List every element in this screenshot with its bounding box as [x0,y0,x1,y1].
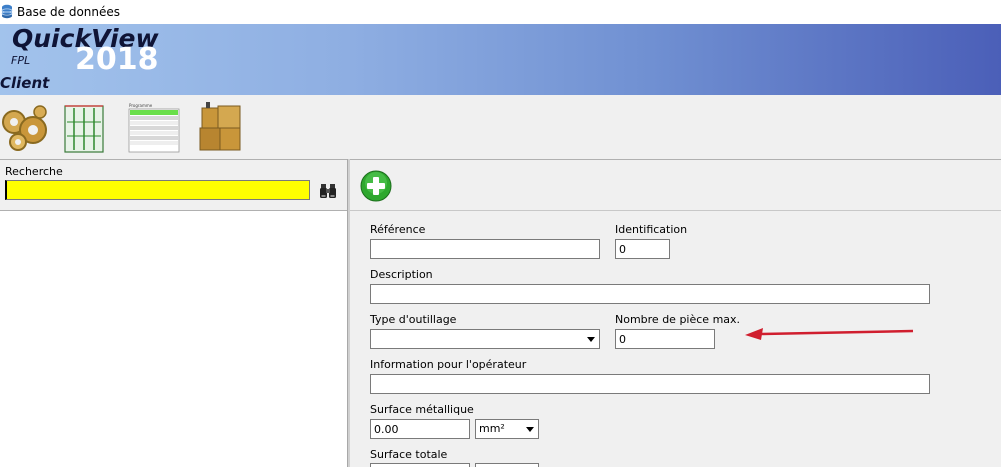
metal-surface-input[interactable] [370,419,470,439]
main-toolbar: Programme [0,95,1001,159]
boxes-icon [199,102,241,151]
chevron-down-icon[interactable] [583,330,599,348]
total-surface-unit-select[interactable] [475,463,539,467]
program-list-tool-button[interactable]: Programme [128,100,180,154]
boxes-tool-button[interactable] [196,100,244,154]
svg-text:Programme: Programme [129,103,153,108]
window-titlebar: Base de données [0,0,1001,24]
reference-input[interactable] [370,239,600,259]
search-panel: Recherche [0,159,347,211]
description-input[interactable] [370,284,930,304]
total-surface-label: Surface totale [370,448,448,461]
search-input[interactable] [5,180,310,200]
form-separator [350,210,1001,211]
total-surface-input[interactable] [370,463,470,467]
metal-surface-unit-select[interactable]: mm² [475,419,539,439]
identification-label: Identification [615,223,688,236]
rack-tool-button[interactable] [64,100,104,154]
max-parts-input[interactable] [615,329,715,349]
description-label: Description [370,268,433,281]
chevron-down-icon[interactable] [522,420,538,438]
module-title: Client [0,74,50,92]
database-icon [1,4,13,19]
binoculars-icon[interactable] [318,180,338,200]
max-parts-label: Nombre de pièce max. [615,313,741,326]
red-arrow-annotation [745,328,914,340]
tool-type-label: Type d'outillage [370,313,457,326]
add-icon[interactable] [360,170,392,202]
gears-icon [2,105,47,151]
tool-type-select[interactable] [370,329,600,349]
brand-year: 2018 [75,42,159,77]
operator-info-input[interactable] [370,374,930,394]
search-label: Recherche [5,165,63,178]
operator-info-label: Information pour l'opérateur [370,358,527,371]
window-title: Base de données [17,5,121,19]
program-list-icon: Programme [128,103,180,153]
brand-sub: FPL [11,54,31,67]
client-list-pane: Recherche [0,159,347,467]
metal-surface-unit-value: mm² [479,422,505,435]
metal-surface-label: Surface métallique [370,403,474,416]
rack-icon [64,105,104,153]
gears-tool-button[interactable] [0,100,50,154]
identification-input[interactable] [615,239,670,259]
reference-label: Référence [370,223,426,236]
